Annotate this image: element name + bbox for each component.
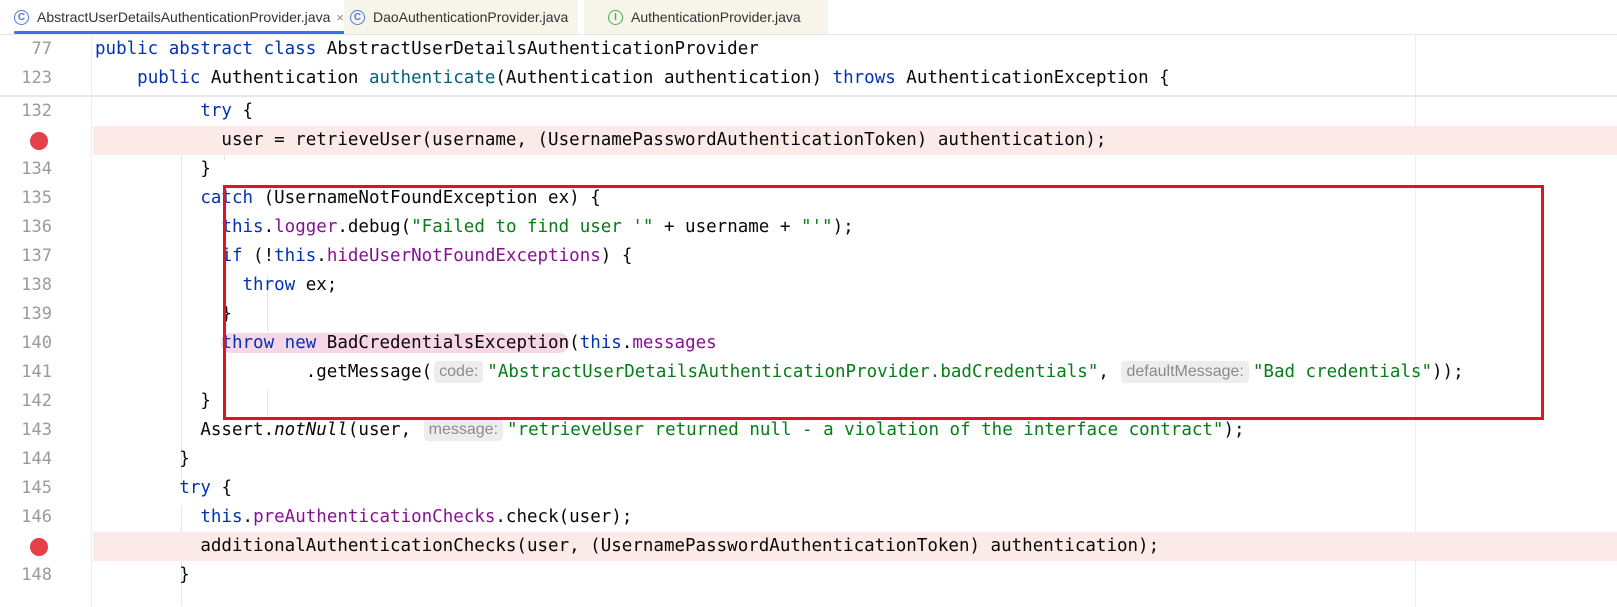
- code-text: }: [95, 449, 190, 469]
- code-line-breakpoint[interactable]: additionalAuthenticationChecks(user, (Us…: [93, 532, 1617, 561]
- code-text: throw new BadCredentialsException(this.m…: [221, 333, 717, 353]
- code-line[interactable]: 135 catch (UsernameNotFoundException ex)…: [0, 184, 1617, 213]
- code-text: .getMessage(code: "AbstractUserDetailsAut…: [95, 361, 1464, 383]
- code-text: try {: [200, 101, 254, 121]
- code-text: }: [95, 159, 211, 179]
- code-text: Assert.notNull(user, message: "retrieveUs…: [95, 419, 1245, 441]
- code-line[interactable]: 145 try {: [0, 474, 1617, 503]
- line-number: 136: [21, 217, 52, 237]
- param-hint-default-message: defaultMessage:: [1121, 361, 1249, 383]
- tab-abstract-user-details-provider[interactable]: C AbstractUserDetailsAuthenticationProvi…: [8, 0, 350, 34]
- tab-label: DaoAuthenticationProvider.java: [373, 9, 569, 25]
- code-line[interactable]: 136 this.logger.debug("Failed to find us…: [0, 213, 1617, 242]
- code-editor[interactable]: 77 public abstract class AbstractUserDet…: [0, 34, 1617, 607]
- param-hint-message: message:: [423, 419, 504, 441]
- line-number: 135: [21, 188, 52, 208]
- breakpoint-icon[interactable]: [30, 132, 48, 150]
- line-number: 139: [21, 304, 52, 324]
- tab-authentication-provider[interactable]: I AuthenticationProvider.java: [584, 0, 828, 34]
- sticky-line[interactable]: 77 public abstract class AbstractUserDet…: [0, 35, 1617, 64]
- line-number: 144: [21, 449, 52, 469]
- line-number: 143: [21, 420, 52, 440]
- line-number: 138: [21, 275, 52, 295]
- close-icon[interactable]: ×: [336, 10, 344, 25]
- code-line[interactable]: 138 throw ex;: [0, 271, 1617, 300]
- code-text: if (!this.hideUserNotFoundExceptions) {: [221, 246, 633, 266]
- code-text: this.logger.debug("Failed to find user '…: [221, 217, 854, 237]
- line-number: 145: [21, 478, 52, 498]
- code-line[interactable]: 146 this.preAuthenticationChecks.check(u…: [0, 503, 1617, 532]
- line-number: 123: [21, 68, 52, 88]
- line-number: 141: [21, 362, 52, 382]
- code-line[interactable]: 148 }: [0, 561, 1617, 590]
- interface-icon: I: [608, 9, 623, 25]
- code-line[interactable]: 134 }: [0, 155, 1617, 184]
- line-number: 134: [21, 159, 52, 179]
- tab-label: AuthenticationProvider.java: [631, 9, 801, 25]
- code-line[interactable]: 137 if (!this.hideUserNotFoundExceptions…: [0, 242, 1617, 271]
- gutter-cell[interactable]: [0, 532, 60, 561]
- line-number: 137: [21, 246, 52, 266]
- line-number: 142: [21, 391, 52, 411]
- code-text: }: [95, 565, 190, 585]
- param-hint-code: code:: [434, 361, 484, 383]
- code-line[interactable]: 144 }: [0, 445, 1617, 474]
- code-text: }: [95, 304, 232, 324]
- code-text: try {: [179, 478, 232, 498]
- tab-dao-authentication-provider[interactable]: C DaoAuthenticationProvider.java: [344, 0, 578, 34]
- line-number: 77: [31, 39, 52, 59]
- tab-label: AbstractUserDetailsAuthenticationProvide…: [37, 9, 331, 25]
- line-number: 148: [21, 565, 52, 585]
- class-icon: C: [14, 9, 29, 25]
- code-line-breakpoint[interactable]: user = retrieveUser(username, (UsernameP…: [93, 126, 1617, 155]
- breakpoint-icon[interactable]: [30, 538, 48, 556]
- code-text: throw ex;: [242, 275, 338, 295]
- code-line[interactable]: 140 throw new BadCredentialsException(th…: [0, 329, 1617, 358]
- code-text: }: [95, 391, 211, 411]
- line-number: 140: [21, 333, 52, 353]
- code-text: this.preAuthenticationChecks.check(user)…: [200, 507, 633, 527]
- code-line[interactable]: 141 .getMessage(code: "AbstractUserDetail…: [0, 358, 1617, 387]
- line-number: 146: [21, 507, 52, 527]
- sticky-line[interactable]: 123 public Authentication authenticate(A…: [0, 64, 1617, 93]
- code-line[interactable]: 142 }: [0, 387, 1617, 416]
- code-text: public abstract class AbstractUserDetail…: [95, 39, 759, 59]
- code-line[interactable]: 139 }: [0, 300, 1617, 329]
- code-line[interactable]: 132 try {: [0, 97, 1617, 126]
- gutter-cell[interactable]: [0, 126, 60, 155]
- editor-tab-bar: C AbstractUserDetailsAuthenticationProvi…: [0, 0, 1617, 35]
- code-text: catch (UsernameNotFoundException ex) {: [200, 188, 601, 208]
- code-text: user = retrieveUser(username, (UsernameP…: [95, 130, 1107, 150]
- code-text: additionalAuthenticationChecks(user, (Us…: [95, 536, 1160, 556]
- code-line[interactable]: 143 Assert.notNull(user, message: "retrie…: [0, 416, 1617, 445]
- class-icon: C: [350, 9, 365, 25]
- line-number: 132: [21, 101, 52, 121]
- code-text: public Authentication authenticate(Authe…: [137, 68, 1170, 88]
